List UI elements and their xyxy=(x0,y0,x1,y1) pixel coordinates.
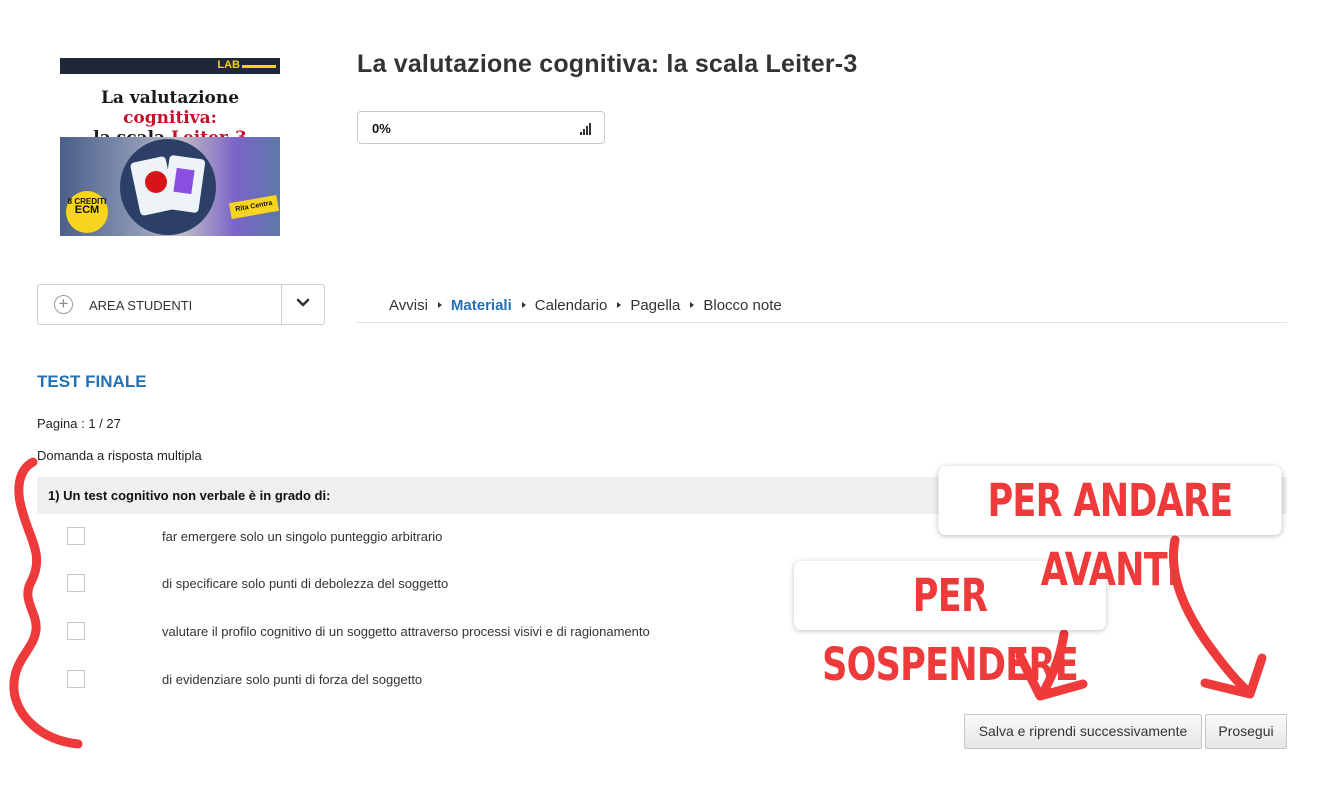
area-studenti-dropdown[interactable]: + AREA STUDENTI xyxy=(37,284,325,325)
nav-materiali[interactable]: Materiali xyxy=(451,297,512,314)
save-and-resume-button[interactable]: Salva e riprendi successivamente xyxy=(964,714,1202,749)
cover-lab-line xyxy=(242,65,276,68)
apple-icon xyxy=(145,171,167,193)
course-nav: Avvisi Materiali Calendario Pagella Blocco n… xyxy=(389,297,782,314)
cover-artwork: 8 CREDITI ECM Rita Centra xyxy=(60,137,280,236)
progress-percent: 0% xyxy=(372,121,391,136)
answer-label: di specificare solo punti di debolezza d… xyxy=(162,576,449,591)
annotation-arrowhead-next xyxy=(1200,653,1267,699)
continue-button[interactable]: Prosegui xyxy=(1205,714,1287,749)
answer-label: valutare il profilo cognitivo di un sogg… xyxy=(162,624,650,639)
cover-lab-logo: LAB xyxy=(217,59,240,71)
answer-checkbox[interactable] xyxy=(67,622,85,640)
nav-separator xyxy=(437,302,442,309)
signal-bars-icon xyxy=(580,123,592,135)
nav-separator xyxy=(617,302,622,309)
annotation-arrow-next xyxy=(1168,535,1255,698)
nav-separator xyxy=(690,302,695,309)
question-text: 1) Un test cognitivo non verbale è in gr… xyxy=(48,488,331,503)
ecm-badge: 8 CREDITI ECM xyxy=(66,191,108,233)
purple-shape-icon xyxy=(173,167,195,195)
plus-circle-icon: + xyxy=(54,295,73,314)
cover-title-line1: La valutazione cognitiva: xyxy=(100,88,240,128)
cover-top-bar: LAB xyxy=(60,58,280,74)
question-type: Domanda a risposta multipla xyxy=(37,448,202,463)
course-title: La valutazione cognitiva: la scala Leite… xyxy=(357,50,858,78)
answer-checkbox[interactable] xyxy=(67,574,85,592)
chevron-down-icon[interactable] xyxy=(295,295,311,311)
nav-calendario[interactable]: Calendario xyxy=(535,297,608,314)
course-cover-image: LAB La valutazione cognitiva: la scala L… xyxy=(60,58,280,236)
dropdown-divider xyxy=(281,285,282,324)
answer-label: di evidenziare solo punti di forza del s… xyxy=(162,672,423,687)
answer-label: far emergere solo un singolo punteggio a… xyxy=(162,529,443,544)
nav-pagella[interactable]: Pagella xyxy=(630,297,680,314)
area-studenti-label: AREA STUDENTI xyxy=(89,298,193,313)
page-indicator: Pagina : 1 / 27 xyxy=(37,416,121,431)
test-title: TEST FINALE xyxy=(37,372,147,391)
answer-checkbox[interactable] xyxy=(67,670,85,688)
nav-avvisi[interactable]: Avvisi xyxy=(389,297,428,314)
nav-separator xyxy=(521,302,526,309)
nav-blocco-note[interactable]: Blocco note xyxy=(703,297,781,314)
answer-checkbox[interactable] xyxy=(67,527,85,545)
next-callout: PER ANDARE AVANTI xyxy=(938,466,1282,596)
cover-author-tag: Rita Centra xyxy=(228,194,280,220)
nav-underline-divider xyxy=(357,322,1287,323)
course-progress: 0% xyxy=(357,111,605,144)
